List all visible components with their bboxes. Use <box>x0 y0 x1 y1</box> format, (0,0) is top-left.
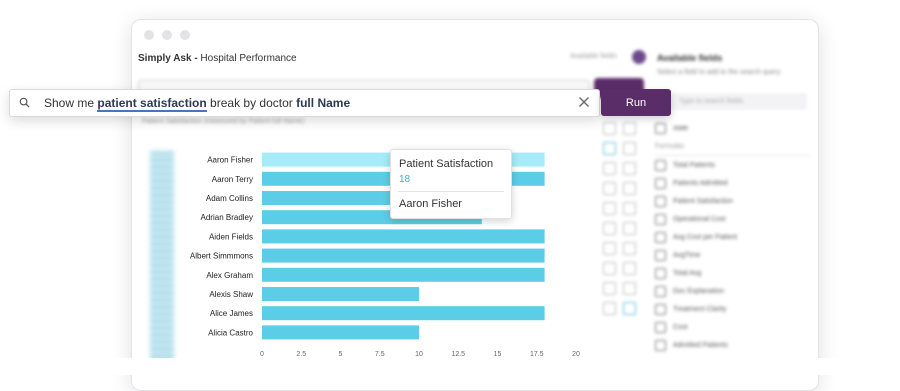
x-tick-label: 12.5 <box>451 351 465 358</box>
category-label: Adrian Bradley <box>201 213 253 222</box>
query-prefix: Show me <box>44 96 98 110</box>
tooltip-measure: Patient Satisfaction <box>399 158 494 170</box>
chart-tooltip: Patient Satisfaction 18 Aaron Fisher <box>390 149 512 219</box>
x-tick-label: 20 <box>572 351 580 358</box>
category-label: Alexis Shaw <box>209 290 253 299</box>
query-text[interactable]: Show me patient satisfaction break by do… <box>44 96 351 112</box>
run-button[interactable]: Run <box>601 89 671 116</box>
x-tick-label: 7.5 <box>375 351 385 358</box>
category-label: Alice James <box>210 309 253 318</box>
bar[interactable] <box>262 229 545 244</box>
category-label: Aaron Terry <box>212 175 253 184</box>
bar[interactable] <box>262 248 545 263</box>
search-icon <box>19 97 30 108</box>
tooltip-value: 18 <box>399 174 411 185</box>
x-tick-label: 0 <box>260 351 264 358</box>
tooltip-doctor-name: Aaron Fisher <box>399 198 462 210</box>
query-middle: break by doctor <box>206 96 297 110</box>
close-icon[interactable] <box>578 96 590 108</box>
bottom-fade <box>0 358 900 375</box>
category-label: Aiden Fields <box>209 232 253 241</box>
category-label: Alex Graham <box>206 271 253 280</box>
category-label: Aaron Fisher <box>207 156 253 165</box>
query-keyword-measure: patient satisfaction <box>97 96 207 112</box>
bar[interactable] <box>262 325 419 340</box>
tooltip-divider <box>398 191 504 192</box>
x-tick-label: 5 <box>339 351 343 358</box>
x-tick-label: 17.5 <box>530 351 544 358</box>
x-tick-label: 10 <box>415 351 423 358</box>
x-tick-label: 2.5 <box>296 351 306 358</box>
bar[interactable] <box>262 287 419 301</box>
query-search-bar[interactable]: Show me patient satisfaction break by do… <box>9 89 600 117</box>
bar[interactable] <box>262 306 545 321</box>
category-label: Adam Collins <box>206 194 253 203</box>
bar[interactable] <box>262 267 545 282</box>
query-keyword-dimension: full Name <box>296 96 351 110</box>
category-label: Alicia Castro <box>208 328 253 337</box>
category-label: Albert Simmmons <box>190 252 253 261</box>
x-tick-label: 15 <box>494 351 502 358</box>
